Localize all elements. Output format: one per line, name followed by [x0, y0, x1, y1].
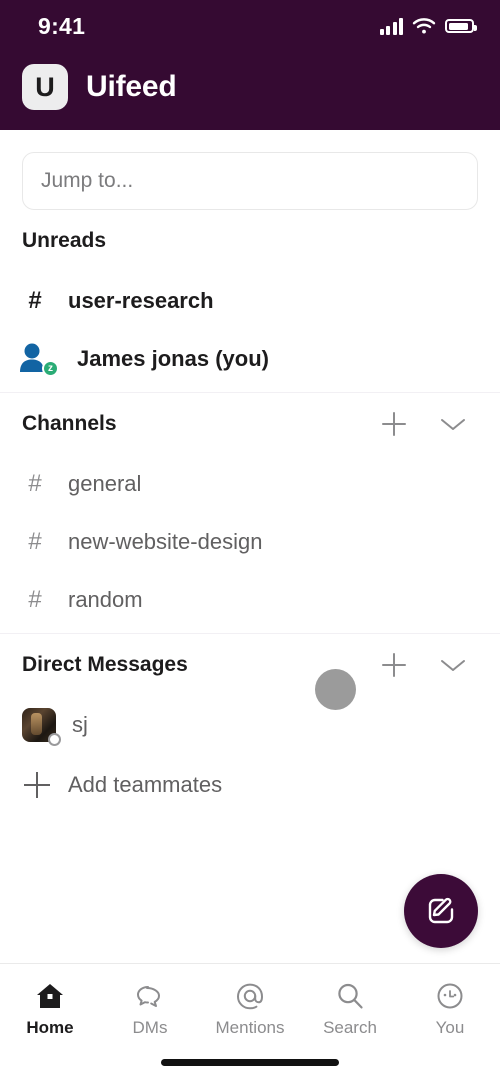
workspace-name: Uifeed: [86, 70, 177, 103]
hash-icon: #: [28, 586, 42, 613]
bottom-tab-bar: Home DMs Mentions Search You: [0, 963, 500, 1080]
unreads-section: Unreads # user-research z James jonas (y…: [0, 210, 500, 388]
channel-label: general: [68, 471, 142, 496]
unread-dm-james-jonas[interactable]: z James jonas (you): [19, 330, 478, 388]
search-input[interactable]: [22, 152, 478, 210]
add-teammates-button[interactable]: Add teammates: [22, 754, 478, 816]
wifi-icon: [412, 18, 436, 34]
hash-icon: #: [28, 528, 42, 555]
hash-icon: #: [28, 287, 42, 314]
tab-label: DMs: [132, 1017, 168, 1037]
chevron-down-icon[interactable]: [440, 658, 466, 673]
dm-label: James jonas (you): [77, 346, 269, 371]
battery-icon: [445, 19, 477, 33]
status-bar-icons: [379, 17, 477, 35]
hash-icon: #: [28, 470, 42, 497]
direct-messages-title: Direct Messages: [22, 653, 188, 676]
direct-messages-actions: [382, 653, 478, 677]
channels-header: Channels: [22, 393, 478, 455]
app-header: 9:41 U Uifeed: [0, 0, 500, 130]
search-section: [0, 130, 500, 210]
channel-label: new-website-design: [68, 529, 263, 554]
channels-section: Channels # general # new-website-design …: [0, 393, 500, 629]
dm-sj[interactable]: sj: [22, 696, 478, 754]
tab-home[interactable]: Home: [0, 964, 100, 1046]
tab-label: You: [435, 1017, 465, 1037]
status-bar: 9:41: [0, 0, 500, 52]
you-icon: [435, 981, 465, 1011]
signal-bars-icon: [379, 17, 403, 35]
unreads-header: Unreads: [22, 210, 478, 272]
tab-label: Search: [323, 1017, 377, 1037]
avatar: [22, 708, 61, 746]
direct-messages-header: Direct Messages: [22, 634, 478, 696]
dm-label: sj: [72, 712, 88, 737]
status-badge-away: z: [42, 360, 59, 377]
unreads-title: Unreads: [22, 229, 107, 252]
channels-title: Channels: [22, 412, 117, 435]
app-screen: 9:41 U Uifeed Unreads # user-r: [0, 0, 500, 1080]
tab-label: Home: [26, 1017, 74, 1037]
tab-search[interactable]: Search: [300, 964, 400, 1046]
plus-icon: [24, 772, 50, 798]
channel-label: random: [68, 587, 143, 612]
unread-channel-user-research[interactable]: # user-research: [22, 272, 478, 330]
dms-icon: [134, 981, 166, 1011]
mentions-icon: [235, 981, 265, 1011]
plus-icon[interactable]: [382, 412, 406, 436]
home-indicator: [161, 1059, 339, 1066]
tab-mentions[interactable]: Mentions: [200, 964, 300, 1046]
compose-button[interactable]: [404, 874, 478, 948]
plus-icon[interactable]: [382, 653, 406, 677]
person-icon: z: [19, 342, 59, 377]
compose-icon: [428, 897, 454, 924]
channel-general[interactable]: # general: [22, 455, 478, 513]
add-teammates-label: Add teammates: [68, 772, 223, 797]
presence-offline-icon: [48, 733, 61, 746]
channel-random[interactable]: # random: [22, 571, 478, 629]
search-icon: [335, 981, 365, 1011]
channels-actions: [382, 412, 478, 436]
workspace-header[interactable]: U Uifeed: [0, 52, 500, 122]
chevron-down-icon[interactable]: [440, 417, 466, 432]
tab-label: Mentions: [215, 1017, 285, 1037]
tab-dms[interactable]: DMs: [100, 964, 200, 1046]
status-bar-time: 9:41: [38, 12, 86, 39]
direct-messages-section: Direct Messages sj Add teammates: [0, 634, 500, 816]
channel-new-website-design[interactable]: # new-website-design: [22, 513, 478, 571]
touch-indicator: [315, 669, 356, 710]
home-icon: [35, 981, 65, 1011]
tab-you[interactable]: You: [400, 964, 500, 1046]
channel-label: user-research: [68, 288, 214, 313]
workspace-logo: U: [22, 64, 68, 110]
